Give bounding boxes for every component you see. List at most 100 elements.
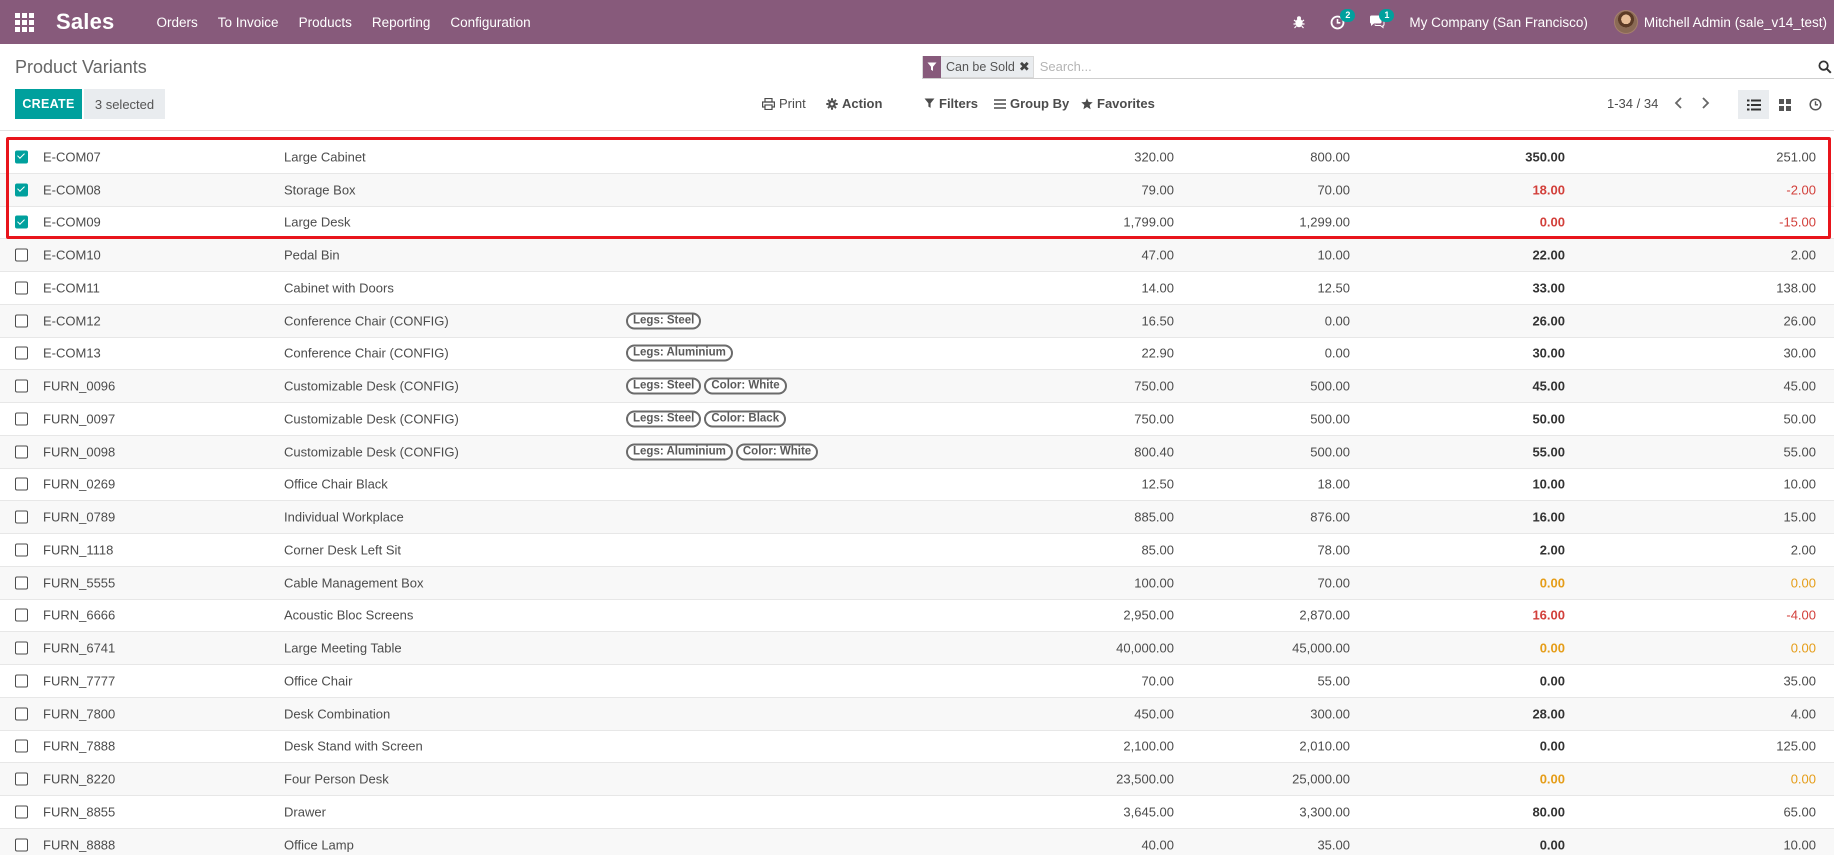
row-checkbox[interactable] bbox=[15, 772, 28, 786]
filters-button[interactable]: Filters bbox=[924, 96, 978, 111]
main-navbar: Sales Orders To Invoice Products Reporti… bbox=[0, 0, 1834, 44]
table-row[interactable]: FURN_0269 Office Chair Black 12.50 18.00 10.… bbox=[0, 469, 1834, 502]
pager-previous-icon[interactable] bbox=[1670, 95, 1686, 111]
table-row[interactable]: E-COM13 Conference Chair (CONFIG) 22.90 0.0… bbox=[0, 338, 1834, 371]
table-row[interactable]: FURN_0098 Customizable Desk (CONFIG) 800.4… bbox=[0, 435, 1834, 469]
table-row[interactable]: FURN_7777 Office Chair 70.00 55.00 0.00 35.00 bbox=[0, 665, 1834, 698]
variant-attributes: Legs: Steel Color: Black bbox=[626, 410, 787, 428]
menu-to-invoice[interactable]: To Invoice bbox=[218, 15, 279, 30]
internal-reference: FURN_8888 bbox=[43, 837, 116, 853]
row-checkbox[interactable] bbox=[15, 281, 28, 295]
table-row[interactable]: FURN_7888 Desk Stand with Screen 2,100.00 2… bbox=[0, 731, 1834, 764]
cost: 78.00 bbox=[1317, 542, 1350, 558]
quantity-on-hand: 18.00 bbox=[1532, 182, 1565, 198]
table-row[interactable]: E-COM11 Cabinet with Doors 14.00 12.50 33.00… bbox=[0, 272, 1834, 305]
product-name: Large Cabinet bbox=[284, 149, 366, 165]
table-row[interactable]: E-COM12 Conference Chair (CONFIG) 16.50 0.0… bbox=[0, 304, 1834, 338]
search-input[interactable] bbox=[1039, 59, 1816, 74]
sales-price: 23,500.00 bbox=[1116, 771, 1174, 787]
activity-clock-icon[interactable]: 2 bbox=[1330, 8, 1356, 30]
menu-configuration[interactable]: Configuration bbox=[450, 15, 530, 30]
group-by-button[interactable]: Group By bbox=[994, 96, 1069, 111]
facet-remove-icon[interactable]: ✖ bbox=[1019, 59, 1033, 75]
row-checkbox[interactable] bbox=[15, 543, 28, 557]
attribute-tag: Color: White bbox=[704, 377, 787, 395]
pager-next-icon[interactable] bbox=[1697, 95, 1713, 111]
attribute-tag: Legs: Steel bbox=[626, 312, 702, 330]
table-row[interactable]: E-COM10 Pedal Bin 47.00 10.00 22.00 2.00 bbox=[0, 239, 1834, 272]
table-row[interactable]: FURN_0097 Customizable Desk (CONFIG) 750.0… bbox=[0, 403, 1834, 436]
row-checkbox[interactable] bbox=[15, 248, 28, 262]
row-checkbox[interactable] bbox=[15, 510, 28, 524]
row-checkbox[interactable] bbox=[15, 445, 28, 459]
apps-grid-icon[interactable] bbox=[13, 11, 35, 33]
row-checkbox[interactable] bbox=[15, 150, 28, 164]
row-checkbox[interactable] bbox=[15, 805, 28, 819]
activity-view-button[interactable] bbox=[1800, 90, 1831, 119]
forecasted-quantity: 30.00 bbox=[1783, 345, 1816, 361]
quantity-on-hand: 0.00 bbox=[1539, 673, 1565, 689]
row-checkbox[interactable] bbox=[15, 674, 28, 688]
menu-reporting[interactable]: Reporting bbox=[372, 15, 431, 30]
row-checkbox[interactable] bbox=[15, 608, 28, 622]
funnel-icon bbox=[923, 55, 941, 78]
menu-products[interactable]: Products bbox=[299, 15, 352, 30]
forecasted-quantity: 138.00 bbox=[1776, 280, 1816, 296]
row-checkbox[interactable] bbox=[15, 183, 28, 197]
table-row[interactable]: FURN_8220 Four Person Desk 23,500.00 25,000… bbox=[0, 763, 1834, 796]
table-row[interactable]: FURN_8855 Drawer 3,645.00 3,300.00 80.00 65.0… bbox=[0, 796, 1834, 829]
variant-attributes: Legs: Aluminium bbox=[626, 344, 733, 362]
action-button[interactable]: Action bbox=[826, 96, 882, 111]
row-checkbox[interactable] bbox=[15, 379, 28, 393]
favorites-button[interactable]: Favorites bbox=[1081, 96, 1155, 111]
user-menu[interactable]: Mitchell Admin (sale_v14_test) bbox=[1613, 10, 1827, 34]
row-checkbox[interactable] bbox=[15, 412, 28, 426]
product-name: Individual Workplace bbox=[284, 509, 404, 525]
row-checkbox[interactable] bbox=[15, 838, 28, 852]
table-row[interactable]: FURN_1118 Corner Desk Left Sit 85.00 78.00 2… bbox=[0, 534, 1834, 567]
row-checkbox[interactable] bbox=[15, 739, 28, 753]
chat-icon[interactable]: 1 bbox=[1369, 9, 1395, 29]
product-name: Cabinet with Doors bbox=[284, 280, 394, 296]
table-row[interactable]: FURN_6666 Acoustic Bloc Screens 2,950.00 2,… bbox=[0, 600, 1834, 633]
row-checkbox[interactable] bbox=[15, 346, 28, 360]
row-checkbox[interactable] bbox=[15, 707, 28, 721]
row-checkbox[interactable] bbox=[15, 314, 28, 328]
create-button[interactable]: CREATE bbox=[15, 89, 82, 119]
table-row[interactable]: FURN_0789 Individual Workplace 885.00 876.0… bbox=[0, 501, 1834, 534]
sales-price: 885.00 bbox=[1134, 509, 1174, 525]
bars-icon bbox=[994, 98, 1006, 109]
company-switcher[interactable]: My Company (San Francisco) bbox=[1409, 15, 1588, 30]
main-menu: Orders To Invoice Products Reporting Con… bbox=[157, 15, 551, 30]
app-name[interactable]: Sales bbox=[56, 9, 115, 35]
table-row[interactable]: FURN_8888 Office Lamp 40.00 35.00 0.00 10.00 bbox=[0, 828, 1834, 855]
kanban-view-button[interactable] bbox=[1769, 90, 1800, 119]
row-checkbox[interactable] bbox=[15, 641, 28, 655]
table-row[interactable]: E-COM09 Large Desk 1,799.00 1,299.00 0.00 -15… bbox=[0, 207, 1834, 240]
row-checkbox[interactable] bbox=[15, 215, 28, 229]
table-row[interactable]: FURN_5555 Cable Management Box 100.00 70.00… bbox=[0, 566, 1834, 600]
pager-value[interactable]: 1-34 / 34 bbox=[1607, 96, 1658, 111]
table-row[interactable]: E-COM07 Large Cabinet 320.00 800.00 350.00 25… bbox=[0, 141, 1834, 174]
table-row[interactable]: E-COM08 Storage Box 79.00 70.00 18.00 -2.00 bbox=[0, 173, 1834, 207]
row-checkbox[interactable] bbox=[15, 477, 28, 491]
page-title: Product Variants bbox=[15, 57, 147, 77]
product-name: Desk Stand with Screen bbox=[284, 738, 423, 754]
row-checkbox[interactable] bbox=[15, 576, 28, 590]
product-name: Large Desk bbox=[284, 214, 351, 230]
table-row[interactable]: FURN_7800 Desk Combination 450.00 300.00 28.… bbox=[0, 697, 1834, 731]
table-row[interactable]: FURN_0096 Customizable Desk (CONFIG) 750.0… bbox=[0, 370, 1834, 403]
table-row[interactable]: FURN_6741 Large Meeting Table 40,000.00 45,… bbox=[0, 632, 1834, 665]
menu-orders[interactable]: Orders bbox=[157, 15, 198, 30]
bug-icon[interactable] bbox=[1292, 15, 1306, 29]
sales-price: 750.00 bbox=[1134, 378, 1174, 394]
sales-price: 450.00 bbox=[1134, 706, 1174, 722]
cost: 12.50 bbox=[1317, 280, 1350, 296]
print-button[interactable]: Print bbox=[762, 96, 806, 111]
list-view-button[interactable] bbox=[1738, 90, 1769, 119]
product-name: Acoustic Bloc Screens bbox=[284, 607, 414, 623]
quantity-on-hand: 80.00 bbox=[1532, 804, 1565, 820]
search-icon[interactable] bbox=[1816, 58, 1834, 76]
internal-reference: FURN_8855 bbox=[43, 804, 116, 820]
product-name: Cable Management Box bbox=[284, 575, 424, 591]
